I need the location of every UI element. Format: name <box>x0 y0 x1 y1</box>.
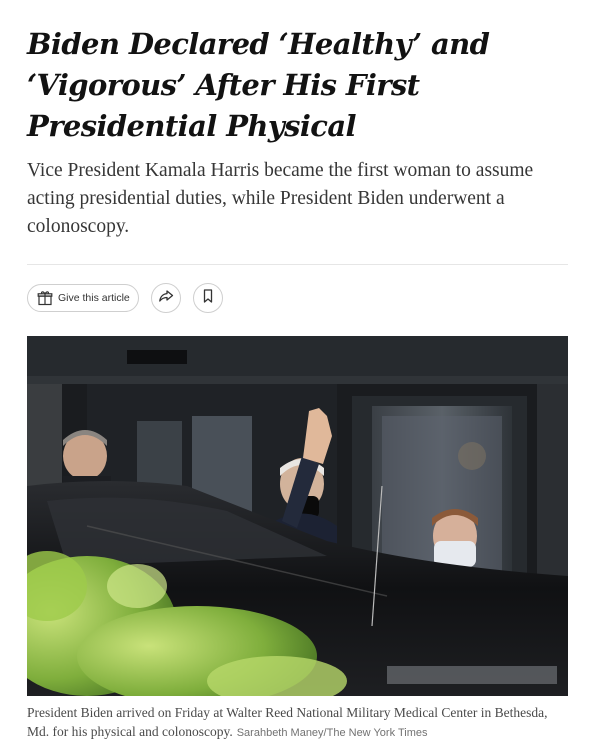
give-article-label: Give this article <box>58 292 130 304</box>
give-article-button[interactable]: Give this article <box>27 284 139 312</box>
save-button[interactable] <box>193 283 223 313</box>
photo-caption: President Biden arrived on Friday at Wal… <box>27 703 572 743</box>
divider <box>27 264 568 265</box>
photo-credit: Sarahbeth Maney/The New York Times <box>236 727 428 739</box>
share-button[interactable] <box>151 283 181 313</box>
share-icon <box>158 288 174 308</box>
article-summary: Vice President Kamala Harris became the … <box>27 160 534 237</box>
gift-icon <box>37 290 53 306</box>
bookmark-icon <box>200 288 216 308</box>
article-headline: Biden Declared ‘Healthy’ and ‘Vigorous’ … <box>27 27 490 143</box>
article-photo <box>27 336 568 696</box>
